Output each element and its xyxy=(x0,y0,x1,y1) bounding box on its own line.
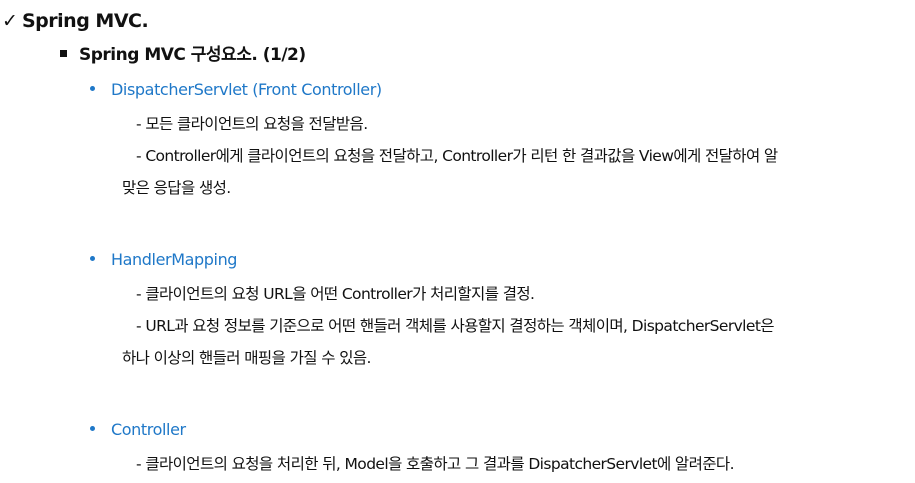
dot-bullet-icon xyxy=(90,86,95,91)
body-line: - URL과 요청 정보를 기준으로 어떤 핸들러 객체를 사용할지 결정하는 … xyxy=(136,317,775,335)
subheading-title: Spring MVC 구성요소. (1/2) xyxy=(79,45,306,65)
dot-bullet-icon xyxy=(90,426,95,431)
body-line: - Controller에게 클라이언트의 요청을 전달하고, Controll… xyxy=(136,147,778,165)
heading: ✓ Spring MVC. xyxy=(2,10,149,32)
section-title-dispatcherservlet: DispatcherServlet (Front Controller) xyxy=(90,82,382,98)
section-body-controller: - 클라이언트의 요청을 처리한 뒤, Model을 호출하고 그 결과를 Di… xyxy=(122,448,735,480)
body-line: 맞은 응답을 생성. xyxy=(122,179,231,197)
section-title: HandlerMapping xyxy=(111,250,238,269)
body-line: - 모든 클라이언트의 요청을 전달받음. xyxy=(136,115,368,133)
subheading: Spring MVC 구성요소. (1/2) xyxy=(60,47,306,64)
checkmark-icon: ✓ xyxy=(2,10,18,32)
square-bullet-icon xyxy=(60,50,67,57)
heading-title: Spring MVC. xyxy=(22,10,149,32)
section-title: Controller xyxy=(111,420,186,439)
body-line: - 클라이언트의 요청 URL을 어떤 Controller가 처리할지를 결정… xyxy=(136,285,535,303)
section-title-controller: Controller xyxy=(90,422,186,438)
section-body-handlermapping: - 클라이언트의 요청 URL을 어떤 Controller가 처리할지를 결정… xyxy=(122,278,775,374)
section-body-dispatcherservlet: - 모든 클라이언트의 요청을 전달받음. - Controller에게 클라이… xyxy=(122,108,778,204)
section-title: DispatcherServlet (Front Controller) xyxy=(111,80,382,99)
slide-page: ✓ Spring MVC. Spring MVC 구성요소. (1/2) Disp… xyxy=(0,0,915,483)
body-line: 하나 이상의 핸들러 매핑을 가질 수 있음. xyxy=(122,349,371,367)
dot-bullet-icon xyxy=(90,256,95,261)
body-line: - 클라이언트의 요청을 처리한 뒤, Model을 호출하고 그 결과를 Di… xyxy=(136,455,735,473)
section-title-handlermapping: HandlerMapping xyxy=(90,252,237,268)
